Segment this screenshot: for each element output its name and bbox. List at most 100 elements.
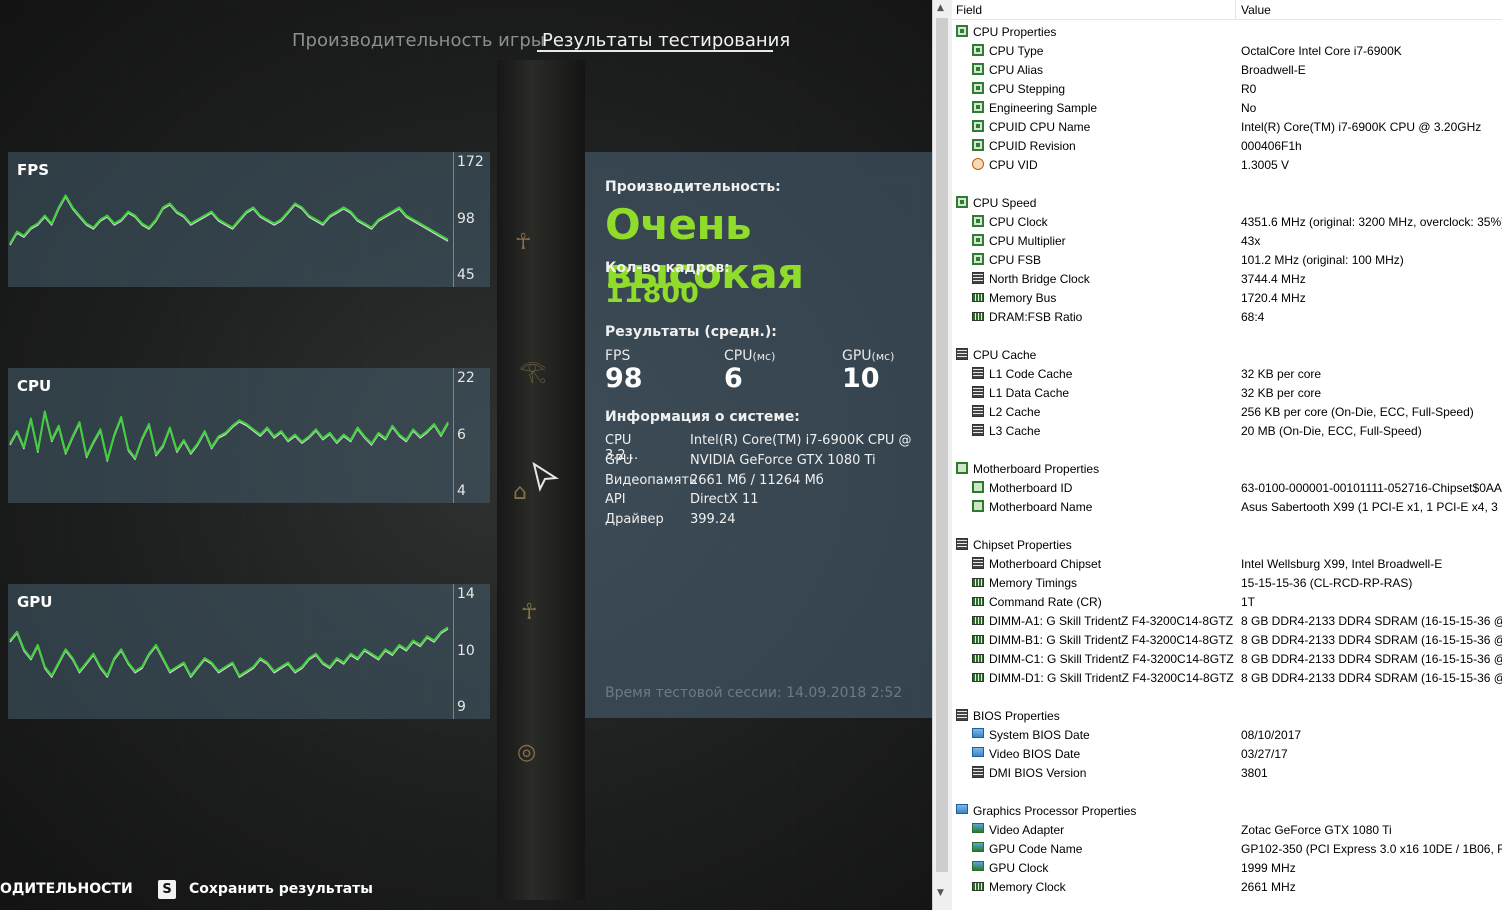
- table-row[interactable]: Memory Timings 15-15-15-36 (CL-RCD-RP-RAS…: [952, 573, 1502, 592]
- mem-icon: [972, 654, 984, 663]
- table-row[interactable]: DIMM-A1: G Skill TridentZ F4-3200C14-8GT…: [952, 611, 1502, 630]
- field-label: Motherboard Name: [989, 500, 1093, 514]
- scrollbar-thumb[interactable]: [936, 18, 948, 872]
- scroll-down-icon[interactable]: ▼: [937, 888, 944, 898]
- field-label: Video BIOS Date: [989, 747, 1081, 761]
- vertical-scrollbar[interactable]: ▲ ▼: [932, 0, 954, 910]
- column-separator[interactable]: [1235, 0, 1236, 19]
- field-label: CPU Properties: [973, 25, 1057, 39]
- cpu-icon: [972, 234, 984, 246]
- group-row[interactable]: BIOS Properties: [952, 706, 1502, 725]
- cpu-icon: [972, 120, 984, 132]
- performance-label: Производительность:: [605, 179, 781, 195]
- graph-series-line: [9, 626, 449, 677]
- performance-link[interactable]: ОДИТЕЛЬНОСТИ: [0, 881, 133, 897]
- mem-icon: [972, 312, 984, 321]
- group-row[interactable]: CPU Cache: [952, 345, 1502, 364]
- chip-icon: [972, 557, 984, 569]
- cpu-icon: [972, 139, 984, 151]
- table-row[interactable]: CPU FSB 101.2 MHz (original: 100 MHz): [952, 250, 1502, 269]
- field-value: R0: [1241, 82, 1257, 96]
- table-row[interactable]: Command Rate (CR) 1T: [952, 592, 1502, 611]
- table-row[interactable]: CPU VID 1.3005 V: [952, 155, 1502, 174]
- sysinfo-row: Видеопамять2661 Мб / 11264 Мб: [605, 473, 824, 488]
- field-value: 15-15-15-36 (CL-RCD-RP-RAS): [1241, 576, 1413, 590]
- table-row[interactable]: DMI BIOS Version 3801: [952, 763, 1502, 782]
- table-row[interactable]: CPU Multiplier 43x: [952, 231, 1502, 250]
- column-header-field[interactable]: Field: [956, 3, 982, 17]
- field-label: CPU Alias: [989, 63, 1044, 77]
- cpu-icon: [972, 82, 984, 94]
- table-row[interactable]: CPU Type OctalCore Intel Core i7-6900K: [952, 41, 1502, 60]
- table-row[interactable]: System BIOS Date 08/10/2017: [952, 725, 1502, 744]
- field-value: 8 GB DDR4-2133 DDR4 SDRAM (16-15-15-36 @…: [1241, 633, 1502, 647]
- field-label: Memory Timings: [989, 576, 1078, 590]
- gpu-icon: [972, 823, 984, 833]
- table-row[interactable]: Motherboard ID 63-0100-000001-00101111-05…: [952, 478, 1502, 497]
- field-label: L1 Data Cache: [989, 386, 1070, 400]
- table-row[interactable]: Video BIOS Date 03/27/17: [952, 744, 1502, 763]
- field-label: Command Rate (CR): [989, 595, 1102, 609]
- field-value: 3801: [1241, 766, 1268, 780]
- graph-tick-mid: 98: [457, 211, 475, 227]
- table-row[interactable]: GPU Code Name GP102-350 (PCI Express 3.0 …: [952, 839, 1502, 858]
- group-row[interactable]: Graphics Processor Properties: [952, 801, 1502, 820]
- tab-game-performance[interactable]: Производительность игры: [292, 30, 545, 51]
- table-row[interactable]: Engineering Sample No: [952, 98, 1502, 117]
- table-row[interactable]: CPU Clock 4351.6 MHz (original: 3200 MHz,…: [952, 212, 1502, 231]
- table-row[interactable]: GPU Clock 1999 MHz: [952, 858, 1502, 877]
- field-label: Graphics Processor Properties: [973, 804, 1137, 818]
- table-row[interactable]: DIMM-C1: G Skill TridentZ F4-3200C14-8GT…: [952, 649, 1502, 668]
- cpu-icon: [956, 196, 968, 208]
- table-row[interactable]: DIMM-D1: G Skill TridentZ F4-3200C14-8GT…: [952, 668, 1502, 687]
- group-row[interactable]: CPU Properties: [952, 22, 1502, 41]
- chip-icon: [956, 709, 968, 721]
- table-row[interactable]: Motherboard Chipset Intel Wellsburg X99, …: [952, 554, 1502, 573]
- scroll-up-icon[interactable]: ▲: [937, 3, 944, 13]
- table-row[interactable]: L2 Cache 256 KB per core (On-Die, ECC, Fu…: [952, 402, 1502, 421]
- field-value: 1720.4 MHz: [1241, 291, 1306, 305]
- group-row[interactable]: Motherboard Properties: [952, 459, 1502, 478]
- field-label: Memory Clock: [989, 880, 1066, 894]
- hieroglyph-icon: ⌂: [513, 480, 527, 505]
- column-header-value[interactable]: Value: [1241, 3, 1271, 17]
- table-row[interactable]: CPUID CPU Name Intel(R) Core(TM) i7-6900K…: [952, 117, 1502, 136]
- table-row[interactable]: Motherboard Name Asus Sabertooth X99 (1 P…: [952, 497, 1502, 516]
- field-label: Motherboard ID: [989, 481, 1073, 495]
- table-row[interactable]: DRAM:FSB Ratio 68:4: [952, 307, 1502, 326]
- table-row[interactable]: DIMM-B1: G Skill TridentZ F4-3200C14-8GT…: [952, 630, 1502, 649]
- table-row[interactable]: Memory Clock 2661 MHz: [952, 877, 1502, 896]
- field-value: OctalCore Intel Core i7-6900K: [1241, 44, 1402, 58]
- field-label: System BIOS Date: [989, 728, 1090, 742]
- tab-test-results[interactable]: Результаты тестирования: [542, 30, 790, 51]
- chip-icon: [972, 367, 984, 379]
- group-row[interactable]: Chipset Properties: [952, 535, 1502, 554]
- cpu-graph: CPU 22 6 4: [8, 368, 490, 503]
- field-label: BIOS Properties: [973, 709, 1060, 723]
- field-value: 4351.6 MHz (original: 3200 MHz, overcloc…: [1241, 215, 1502, 229]
- field-value: 1999 MHz: [1241, 861, 1296, 875]
- table-row[interactable]: North Bridge Clock 3744.4 MHz: [952, 269, 1502, 288]
- field-label: CPUID Revision: [989, 139, 1076, 153]
- frames-value: 11800: [605, 278, 699, 309]
- mem-icon: [972, 597, 984, 606]
- field-value: No: [1241, 101, 1257, 115]
- table-row[interactable]: L1 Data Cache 32 KB per core: [952, 383, 1502, 402]
- table-row[interactable]: Video Adapter Zotac GeForce GTX 1080 Ti: [952, 820, 1502, 839]
- graph-tick-mid: 6: [457, 427, 466, 443]
- field-label: L1 Code Cache: [989, 367, 1073, 381]
- field-value: 101.2 MHz (original: 100 MHz): [1241, 253, 1404, 267]
- table-row[interactable]: Memory Bus 1720.4 MHz: [952, 288, 1502, 307]
- cpu-icon: [972, 101, 984, 113]
- hieroglyph-icon: 𓂀: [519, 359, 547, 384]
- table-row[interactable]: CPU Alias Broadwell-E: [952, 60, 1502, 79]
- table-row[interactable]: CPUID Revision 000406F1h: [952, 136, 1502, 155]
- table-row[interactable]: L1 Code Cache 32 KB per core: [952, 364, 1502, 383]
- group-row[interactable]: CPU Speed: [952, 193, 1502, 212]
- field-label: DIMM-A1: G Skill TridentZ F4-3200C14-8GT…: [989, 614, 1234, 628]
- save-results-button[interactable]: Сохранить результаты: [189, 881, 373, 897]
- table-row[interactable]: CPU Stepping R0: [952, 79, 1502, 98]
- graph-tick-max: 14: [457, 586, 475, 602]
- field-label: CPU Speed: [973, 196, 1037, 210]
- table-row[interactable]: L3 Cache 20 MB (On-Die, ECC, Full-Speed): [952, 421, 1502, 440]
